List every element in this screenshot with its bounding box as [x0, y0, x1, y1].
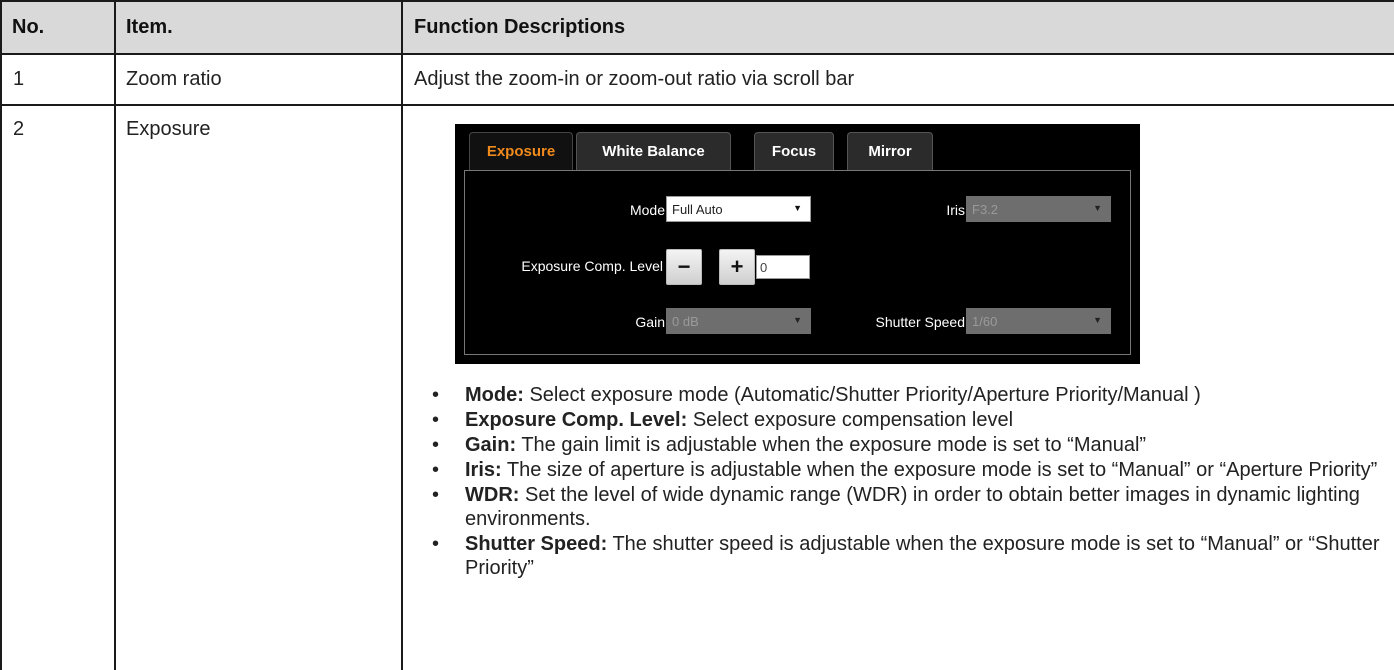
exposure-comp-minus-button[interactable]: − [666, 249, 702, 285]
table-border [0, 53, 1394, 55]
list-item-text: Set the level of wide dynamic range (WDR… [465, 484, 1360, 530]
header-function-descriptions: Function Descriptions [414, 16, 626, 38]
row-1-item: Zoom ratio [126, 68, 222, 90]
exposure-description-list: • Mode: Select exposure mode (Automatic/S… [423, 383, 1388, 581]
list-item-text: Select exposure mode (Automatic/Shutter … [523, 384, 1201, 406]
list-item: • Shutter Speed: The shutter speed is adj… [423, 532, 1388, 580]
list-item: • Exposure Comp. Level: Select exposure c… [423, 408, 1388, 432]
chevron-down-icon: ▼ [793, 315, 802, 325]
bullet-icon: • [432, 484, 440, 506]
list-item-text: Select exposure compensation level [687, 409, 1014, 431]
table-border [0, 0, 2, 670]
list-item-term: Iris: [465, 459, 502, 481]
list-item: • Iris: The size of aperture is adjustabl… [423, 458, 1388, 482]
row-2-no: 2 [13, 118, 25, 140]
tab-exposure[interactable]: Exposure [469, 132, 573, 170]
shutter-speed-value: 1/60 [972, 313, 998, 329]
iris-label: Iris [946, 202, 965, 218]
list-item-term: Gain: [465, 434, 517, 456]
mode-value: Full Auto [672, 201, 723, 217]
list-item-text: The size of aperture is adjustable when … [501, 459, 1378, 481]
shutter-speed-select[interactable]: 1/60 ▼ [966, 308, 1111, 334]
row-1-no: 1 [13, 68, 25, 90]
exposure-comp-input[interactable]: 0 [756, 255, 810, 279]
bullet-icon: • [432, 434, 440, 456]
bullet-icon: • [432, 409, 440, 431]
list-item-term: Mode: [465, 384, 524, 406]
mode-select[interactable]: Full Auto ▼ [666, 196, 811, 222]
tab-mirror[interactable]: Mirror [847, 132, 933, 170]
iris-select[interactable]: F3.2 ▼ [966, 196, 1111, 222]
table-header-row [0, 0, 1394, 54]
list-item: • WDR: Set the level of wide dynamic rang… [423, 483, 1388, 531]
exposure-comp-plus-button[interactable]: + [719, 249, 755, 285]
table-border [0, 104, 1394, 106]
table-border [114, 0, 116, 670]
gain-label: Gain [635, 314, 665, 330]
row-2-item: Exposure [126, 118, 211, 140]
table-border [0, 0, 1394, 2]
iris-value: F3.2 [972, 201, 999, 217]
tab-white-balance[interactable]: White Balance [576, 132, 731, 170]
header-item: Item. [126, 16, 173, 38]
chevron-down-icon: ▼ [1093, 203, 1102, 213]
list-item: • Mode: Select exposure mode (Automatic/S… [423, 383, 1388, 407]
exposure-comp-label: Exposure Comp. Level [521, 258, 663, 274]
tab-focus[interactable]: Focus [754, 132, 834, 170]
list-item-term: Exposure Comp. Level: [465, 409, 688, 431]
gain-value: 0 dB [672, 313, 699, 329]
list-item-term: Shutter Speed: [465, 533, 608, 555]
gain-select[interactable]: 0 dB ▼ [666, 308, 811, 334]
table-border [401, 0, 403, 670]
chevron-down-icon: ▼ [1093, 315, 1102, 325]
list-item: • Gain: The gain limit is adjustable when… [423, 433, 1388, 457]
row-1-description: Adjust the zoom-in or zoom-out ratio via… [414, 68, 855, 90]
header-no: No. [12, 16, 45, 38]
list-item-text: The gain limit is adjustable when the ex… [516, 434, 1147, 456]
shutter-speed-label: Shutter Speed [875, 314, 965, 330]
bullet-icon: • [432, 384, 440, 406]
exposure-settings-panel: Exposure White Balance Focus Mirror Mode… [455, 124, 1140, 364]
chevron-down-icon: ▼ [793, 203, 802, 213]
bullet-icon: • [432, 533, 440, 555]
bullet-icon: • [432, 459, 440, 481]
list-item-term: WDR: [465, 484, 520, 506]
mode-label: Mode [629, 202, 665, 218]
